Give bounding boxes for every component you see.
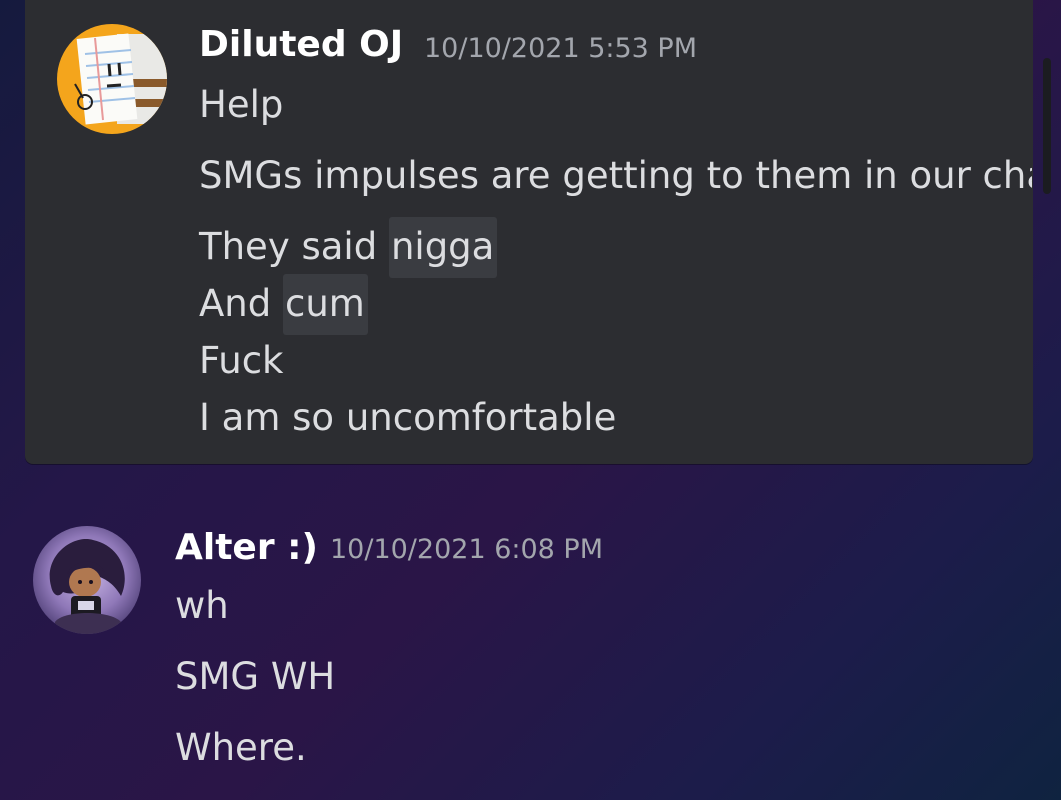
message-line: They said nigga xyxy=(199,217,498,278)
character-avatar-icon xyxy=(33,526,141,634)
message-line: I am so uncomfortable xyxy=(199,396,617,439)
message-timestamp: 10/10/2021 6:08 PM xyxy=(330,534,603,565)
chat-view: Diluted OJ 10/10/2021 5:53 PM Help SMGs … xyxy=(0,0,1061,800)
message-line: Help xyxy=(199,83,284,126)
message-author[interactable]: Diluted OJ xyxy=(199,27,403,63)
message-line: wh xyxy=(175,584,229,627)
avatar[interactable] xyxy=(57,24,167,134)
avatar[interactable] xyxy=(33,526,141,634)
scrollbar[interactable] xyxy=(1043,58,1051,194)
message-line: Fuck xyxy=(199,339,284,382)
message-author[interactable]: Alter :) xyxy=(175,530,318,566)
message-line: SMG WH xyxy=(175,655,336,698)
message-text: And xyxy=(199,282,272,325)
message-line: And cum xyxy=(199,274,368,335)
message-line: Where. xyxy=(175,726,307,769)
message-line: SMGs impulses are getting to them in our… xyxy=(199,154,1032,197)
spoiler-text[interactable]: nigga xyxy=(388,217,498,278)
message-list: Diluted OJ 10/10/2021 5:53 PM Help SMGs … xyxy=(0,0,1032,800)
message-timestamp: 10/10/2021 5:53 PM xyxy=(424,33,697,64)
spoiler-text[interactable]: cum xyxy=(283,274,368,335)
message-text: They said xyxy=(199,225,378,268)
paper-character-avatar-icon xyxy=(57,24,167,134)
